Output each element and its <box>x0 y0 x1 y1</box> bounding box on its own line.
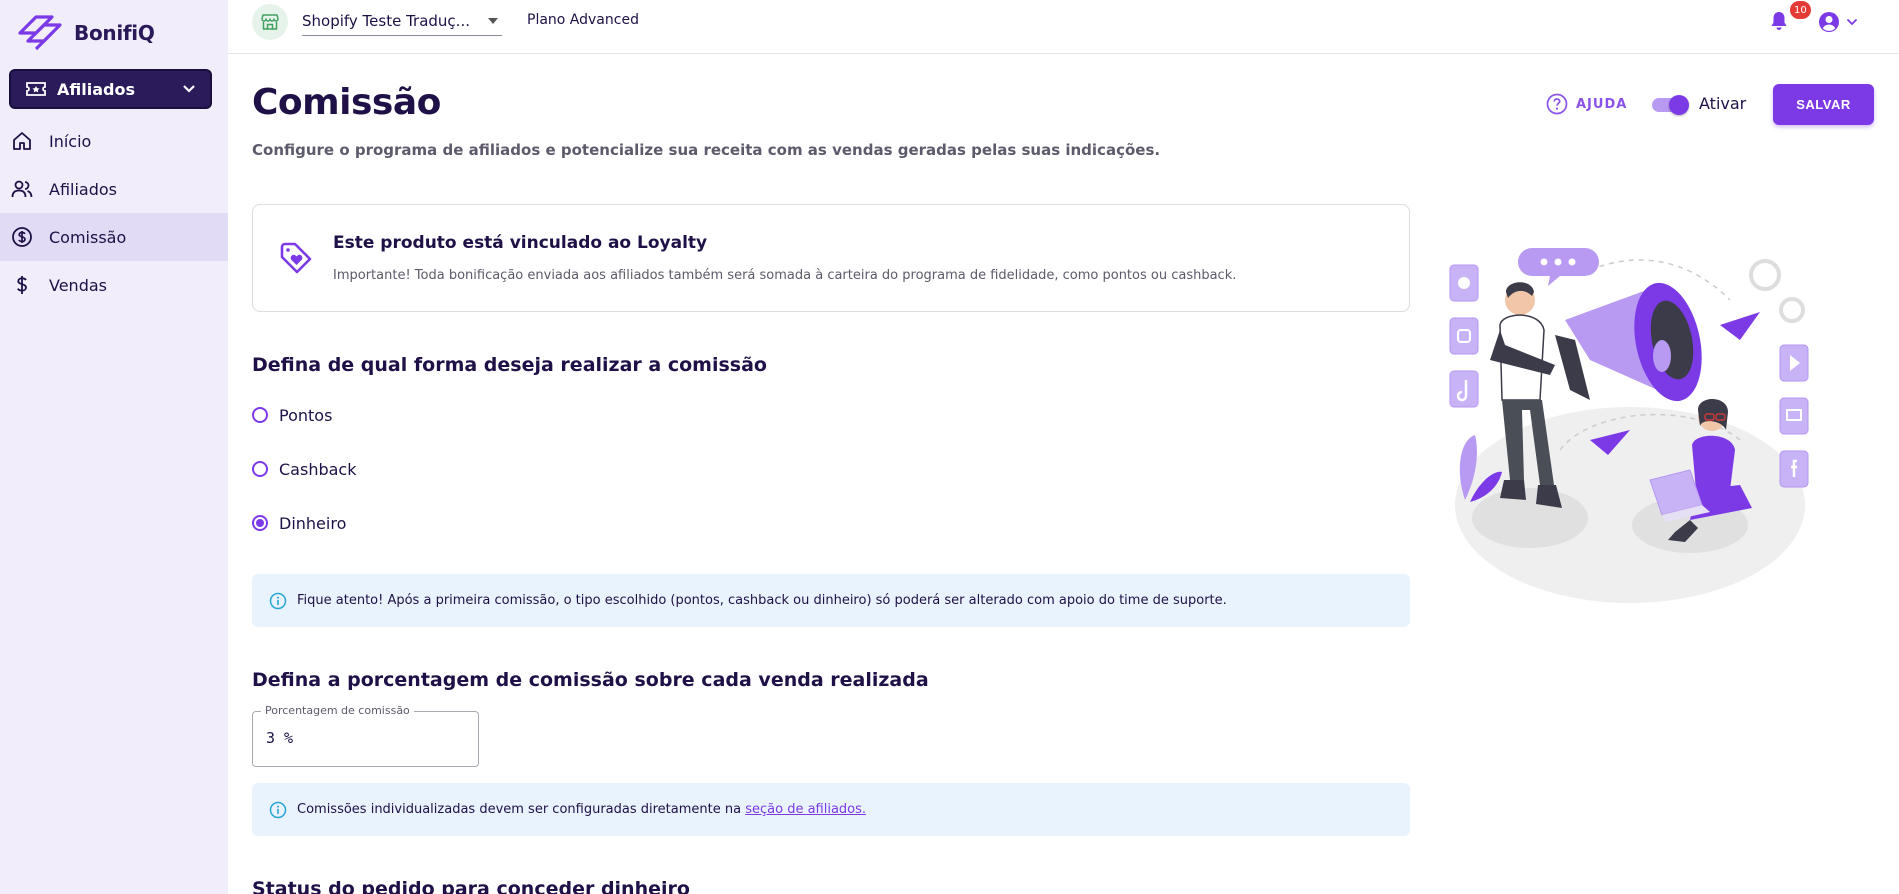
activate-toggle[interactable] <box>1652 95 1689 115</box>
dollar-icon <box>11 274 33 296</box>
radio-label: Cashback <box>279 459 357 479</box>
chevron-down-icon <box>183 85 195 93</box>
radio-button[interactable] <box>252 407 268 423</box>
loyalty-card: Este produto está vinculado ao Loyalty I… <box>252 204 1410 312</box>
radio-button[interactable] <box>252 461 268 477</box>
radio-label: Pontos <box>279 405 333 425</box>
chevron-down-icon <box>1846 18 1858 26</box>
sidebar-item-label: Comissão <box>49 227 127 247</box>
module-selector[interactable]: Afiliados <box>9 69 212 109</box>
sidebar-item-label: Vendas <box>49 275 107 295</box>
affiliates-section-link[interactable]: seção de afiliados. <box>745 802 866 817</box>
info-icon <box>269 801 287 818</box>
tag-heart-icon <box>280 242 312 274</box>
help-button[interactable]: AJUDA <box>1546 92 1627 116</box>
toggle-knob <box>1669 95 1689 115</box>
store-selector[interactable]: Shopify Teste Traduç... <box>302 6 502 36</box>
notice-text: Fique atento! Após a primeira comissão, … <box>297 593 1227 608</box>
loyalty-description: Importante! Toda bonificação enviada aos… <box>333 268 1237 283</box>
help-circle-icon <box>1546 93 1568 115</box>
plan-label: Plano Advanced <box>527 12 639 28</box>
store-icon <box>252 4 288 40</box>
info-icon <box>269 592 287 609</box>
store-name: Shopify Teste Traduç... <box>302 11 470 30</box>
ticket-icon <box>26 82 46 96</box>
save-button[interactable]: SALVAR <box>1773 84 1874 125</box>
page-title: Comissão <box>252 82 441 123</box>
radio-pontos[interactable]: Pontos <box>252 403 332 427</box>
percentage-input[interactable] <box>266 729 466 747</box>
sidebar-item-comissao[interactable]: Comissão <box>0 213 228 261</box>
help-label: AJUDA <box>1576 96 1628 112</box>
account-menu[interactable] <box>1818 10 1868 34</box>
sidebar: BonifiQ Afiliados Início Afiliados Comis… <box>0 0 228 894</box>
sidebar-item-label: Afiliados <box>49 179 117 199</box>
notice-text-prefix: Comissões individualizadas devem ser con… <box>297 802 746 817</box>
sidebar-item-inicio[interactable]: Início <box>0 117 228 165</box>
percentage-field-label: Porcentagem de comissão <box>261 704 414 717</box>
brand-logo[interactable]: BonifiQ <box>16 12 155 54</box>
radio-button[interactable] <box>252 515 268 531</box>
percentage-notice: Comissões individualizadas devem ser con… <box>252 783 1410 836</box>
notifications-button[interactable] <box>1768 10 1792 34</box>
module-label: Afiliados <box>57 79 135 99</box>
dollar-circle-icon <box>11 226 33 248</box>
marketing-illustration <box>1449 248 1809 603</box>
sidebar-nav: Início Afiliados Comissão Vendas <box>0 117 228 309</box>
bell-icon <box>1771 12 1787 30</box>
radio-cashback[interactable]: Cashback <box>252 457 356 481</box>
home-icon <box>11 130 33 152</box>
top-bar: Shopify Teste Traduç... Plano Advanced 1… <box>228 0 1899 54</box>
sidebar-item-vendas[interactable]: Vendas <box>0 261 228 309</box>
commission-type-title: Defina de qual forma deseja realizar a c… <box>252 354 767 376</box>
notice-text: Comissões individualizadas devem ser con… <box>297 802 866 817</box>
sidebar-item-label: Início <box>49 131 92 151</box>
percentage-field[interactable]: Porcentagem de comissão <box>252 704 479 767</box>
status-section-title: Status do pedido para conceder dinheiro <box>252 878 690 894</box>
users-icon <box>11 178 33 200</box>
bonifiq-logo-icon <box>18 15 62 51</box>
notification-badge: 10 <box>1790 1 1811 19</box>
commission-type-notice: Fique atento! Após a primeira comissão, … <box>252 574 1410 627</box>
caret-down-icon <box>488 17 498 24</box>
radio-dinheiro[interactable]: Dinheiro <box>252 511 346 535</box>
sidebar-item-afiliados[interactable]: Afiliados <box>0 165 228 213</box>
radio-label: Dinheiro <box>279 513 347 533</box>
loyalty-title: Este produto está vinculado ao Loyalty <box>333 233 708 253</box>
percentage-title: Defina a porcentagem de comissão sobre c… <box>252 669 929 691</box>
page-subtitle: Configure o programa de afiliados e pote… <box>252 141 1161 159</box>
activate-label: Ativar <box>1699 94 1747 113</box>
user-circle-icon <box>1819 12 1839 32</box>
brand-name: BonifiQ <box>74 21 155 45</box>
